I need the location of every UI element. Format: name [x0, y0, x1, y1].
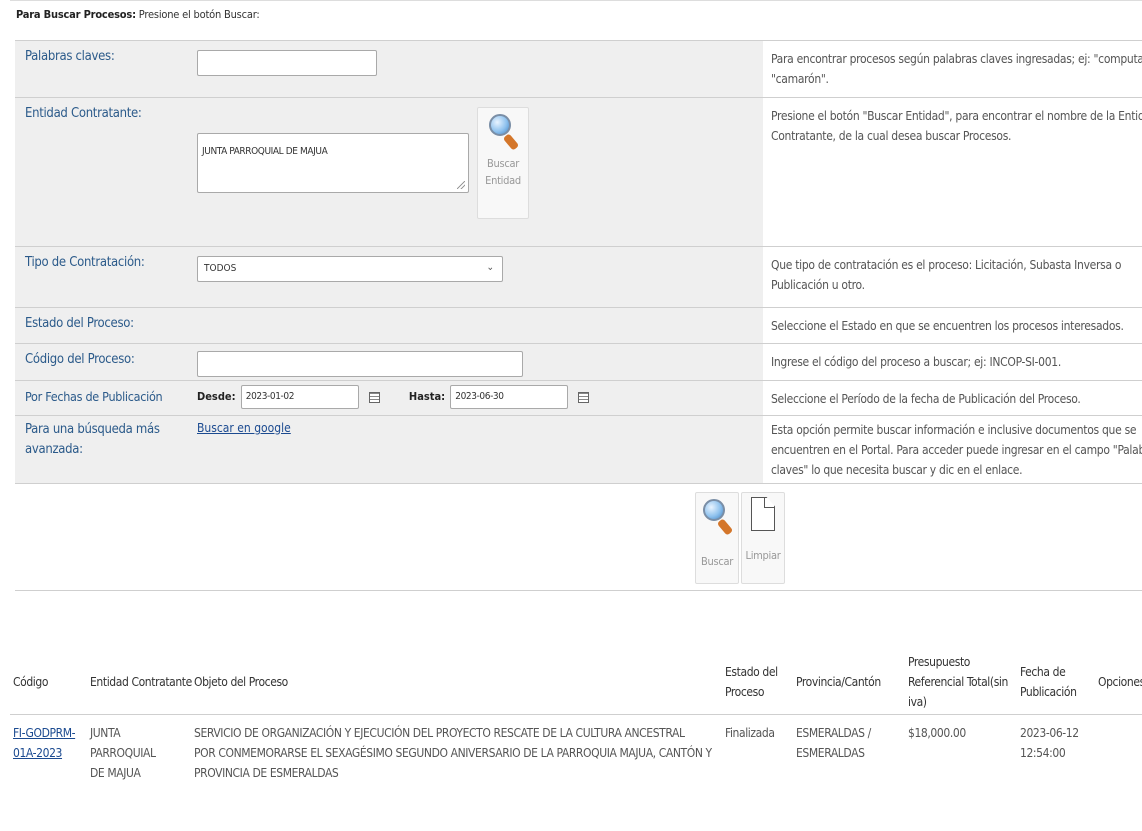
header-date-line2: Publicación: [1020, 685, 1077, 699]
resize-grip-icon[interactable]: [457, 181, 465, 189]
blank-document-icon: [751, 497, 775, 531]
search-processes-page: Para Buscar Procesos: Presione el botón …: [0, 0, 1142, 831]
advanced-help-line2: encuentren en el Portal. Para acceder pu…: [771, 443, 1142, 457]
keywords-label: Palabras claves:: [15, 40, 182, 98]
header-state-line1: Estado del: [725, 665, 778, 679]
state-label: Estado del Proceso:: [15, 307, 182, 344]
to-label: Hasta:: [408, 390, 446, 403]
row-entity: JUNTA PARROQUIAL DE MAJUA: [87, 715, 191, 784]
advanced-label-line1: Para una búsqueda más: [25, 422, 160, 437]
keywords-help-line2: "camarón".: [771, 72, 829, 86]
entity-value: JUNTA PARROQUIAL DE MAJUA: [202, 146, 328, 157]
actions-row: Buscar Limpiar: [15, 483, 1142, 591]
code-help: Ingrese el código del proceso a buscar; …: [763, 343, 1142, 381]
clear-button[interactable]: Limpiar: [741, 492, 785, 584]
state-row: Estado del Proceso: Seleccione el Estado…: [15, 307, 1142, 344]
state-field: [182, 307, 763, 344]
header-budget-line2: Referencial Total(sin: [908, 675, 1008, 689]
type-help-line1: Que tipo de contratación es el proceso: …: [771, 258, 1122, 272]
advanced-label-line2: avanzada:: [25, 442, 83, 457]
calendar-icon[interactable]: [578, 391, 590, 403]
search-form: Palabras claves: Para encontrar procesos…: [15, 40, 1142, 591]
keywords-help-line1: Para encontrar procesos según palabras c…: [771, 52, 1142, 66]
results-header: Código Entidad Contratante Objeto del Pr…: [10, 650, 1142, 715]
row-object-line3: PROVINCIA DE ESMERALDAS: [194, 766, 339, 780]
row-state: Finalizada: [725, 726, 775, 740]
process-code-line1: FI-GODPRM-: [13, 726, 76, 740]
keywords-row: Palabras claves: Para encontrar procesos…: [15, 40, 1142, 98]
date-range: Desde: 2023-01-02 Hasta: 2023-06-30: [197, 385, 763, 409]
row-object-line2: POR CONMEMORARSE EL SEXAGÉSIMO SEGUNDO A…: [194, 746, 712, 760]
intro-bold: Para Buscar Procesos:: [16, 8, 136, 21]
search-button[interactable]: Buscar: [695, 492, 739, 584]
row-province: ESMERALDAS / ESMERALDAS: [793, 715, 905, 784]
advanced-help-line3: claves" lo que necesita buscar y dic en …: [771, 463, 1023, 477]
header-province: Provincia/Cantón: [793, 650, 905, 715]
dates-row: Por Fechas de Publicación Desde: 2023-01…: [15, 380, 1142, 416]
row-date-line1: 2023-06-12: [1020, 726, 1079, 740]
header-budget: Presupuesto Referencial Total(sin iva): [905, 650, 1017, 715]
row-options: [1095, 715, 1142, 784]
state-help: Seleccione el Estado en que se encuentre…: [763, 307, 1142, 344]
from-label: Desde:: [197, 390, 236, 403]
row-date: 2023-06-12 12:54:00: [1017, 715, 1095, 784]
advanced-row: Para una búsqueda más avanzada: Buscar e…: [15, 415, 1142, 484]
row-object-line1: SERVICIO DE ORGANIZACIÓN Y EJECUCIÓN DEL…: [194, 726, 685, 740]
magnifier-icon: [701, 497, 734, 536]
header-state-line2: Proceso: [725, 685, 765, 699]
row-province-line1: ESMERALDAS /: [796, 726, 871, 740]
process-code-line2: 01A-2023: [13, 746, 63, 760]
code-label: Código del Proceso:: [15, 343, 182, 381]
dates-help: Seleccione el Período de la fecha de Pub…: [763, 380, 1142, 416]
magnifier-icon: [487, 112, 520, 151]
type-label: Tipo de Contratación:: [15, 246, 182, 308]
row-date-line2: 12:54:00: [1020, 746, 1066, 760]
header-budget-line3: iva): [908, 695, 927, 709]
search-button-label: Buscar: [701, 555, 733, 568]
google-search-link[interactable]: Buscar en google: [197, 421, 291, 435]
results-table: Código Entidad Contratante Objeto del Pr…: [10, 650, 1142, 783]
keywords-input[interactable]: [197, 50, 377, 76]
code-row: Código del Proceso: Ingrese el código de…: [15, 343, 1142, 381]
header-entity: Entidad Contratante: [87, 650, 192, 715]
header-budget-line1: Presupuesto: [908, 655, 970, 669]
entity-label: Entidad Contratante:: [15, 97, 182, 247]
search-entity-button[interactable]: Buscar Entidad: [477, 107, 529, 219]
type-row: Tipo de Contratación: TODOS ⌄ Que tipo d…: [15, 246, 1142, 308]
header-code: Código: [10, 650, 87, 715]
header-object: Objeto del Proceso: [191, 650, 722, 715]
intro-instruction: Presione el botón Buscar:: [135, 8, 260, 21]
search-entity-label2: Entidad: [485, 174, 521, 187]
entity-row: Entidad Contratante: JUNTA PARROQUIAL DE…: [15, 97, 1142, 247]
table-row: FI-GODPRM- 01A-2023 JUNTA PARROQUIAL DE MA…: [10, 715, 1142, 784]
search-entity-label1: Buscar: [487, 157, 519, 170]
row-entity-line2: DE MAJUA: [90, 766, 141, 780]
calendar-icon[interactable]: [368, 391, 380, 403]
date-to-input[interactable]: 2023-06-30: [450, 385, 569, 409]
entity-textarea[interactable]: JUNTA PARROQUIAL DE MAJUA: [197, 133, 469, 193]
dates-label: Por Fechas de Publicación: [15, 380, 182, 416]
type-help-line2: Publicación u otro.: [771, 278, 865, 292]
type-select[interactable]: TODOS ⌄: [197, 256, 503, 282]
clear-button-label: Limpiar: [745, 549, 781, 562]
row-object: SERVICIO DE ORGANIZACIÓN Y EJECUCIÓN DEL…: [191, 715, 722, 784]
intro-text: Para Buscar Procesos: Presione el botón …: [16, 8, 260, 21]
chevron-down-icon: ⌄: [486, 262, 494, 273]
advanced-help-line1: Esta opción permite buscar información e…: [771, 423, 1137, 437]
process-code-link[interactable]: FI-GODPRM- 01A-2023: [13, 726, 76, 760]
row-entity-line1: JUNTA PARROQUIAL: [90, 726, 156, 760]
header-state: Estado del Proceso: [722, 650, 793, 715]
code-input[interactable]: [197, 351, 523, 377]
header-date: Fecha de Publicación: [1017, 650, 1095, 715]
date-from-input[interactable]: 2023-01-02: [240, 385, 359, 409]
entity-help-line2: Contratante, de la cual desea buscar Pro…: [771, 129, 1012, 143]
type-selected: TODOS: [204, 263, 237, 274]
row-budget: $18,000.00: [908, 726, 966, 740]
row-province-line2: ESMERALDAS: [796, 746, 865, 760]
header-options: Opciones: [1095, 650, 1142, 715]
top-divider: [10, 0, 1142, 1]
entity-help-line1: Presione el botón "Buscar Entidad", para…: [771, 109, 1142, 123]
header-date-line1: Fecha de: [1020, 665, 1066, 679]
